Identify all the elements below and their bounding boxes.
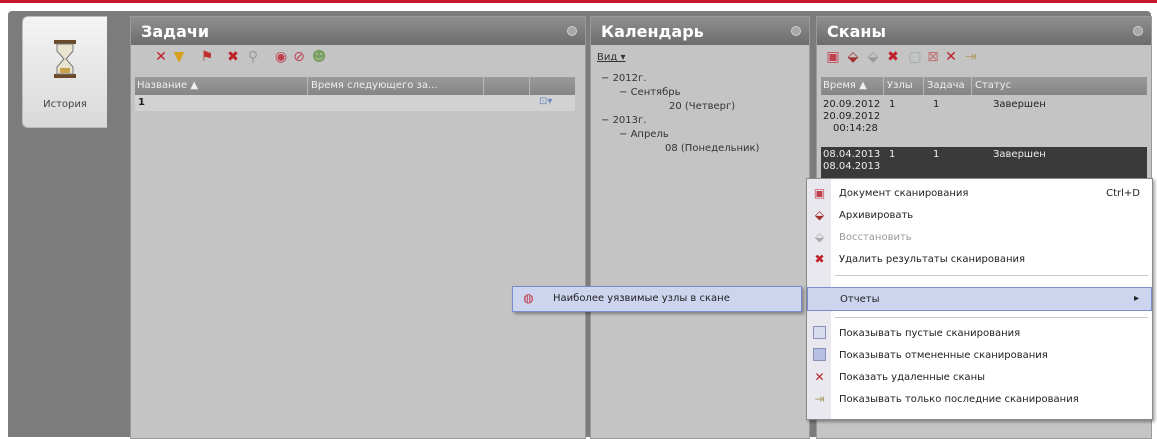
show-cancelled-icon[interactable]: ⊠ <box>925 49 941 65</box>
table-row[interactable]: 20.09.2012 20.09.2012 00:14:28 1 1 Завер… <box>821 97 1147 139</box>
tree-day-08[interactable]: 08 (Понедельник) <box>665 143 759 154</box>
scan-time: 00:14:28 <box>833 123 878 134</box>
check-icon[interactable]: ◉ <box>273 49 289 65</box>
calendar-panel: Календарь Вид ▾ − 2012г. − Сентябрь 20 (… <box>590 16 810 439</box>
calendar-title: Календарь <box>601 22 704 41</box>
scan-nodes: 1 <box>889 99 896 110</box>
menu-item-show-latest[interactable]: ⇥ Показывать только последние сканирован… <box>807 389 1152 411</box>
person-icon[interactable]: ☻ <box>311 49 327 65</box>
scans-header: Сканы <box>817 17 1151 45</box>
tasks-pin-icon[interactable] <box>567 26 577 36</box>
search-icon[interactable]: ⚲ <box>245 49 261 65</box>
column-separator <box>923 77 924 95</box>
view-dropdown[interactable]: Вид ▾ <box>597 52 625 63</box>
delete-icon: ✖ <box>814 252 825 266</box>
menu-item-show-cancelled[interactable]: Показывать отмененные сканирования <box>807 345 1152 367</box>
menu-item-show-empty[interactable]: Показывать пустые сканирования <box>807 323 1152 345</box>
tree-month-april[interactable]: − Апрель <box>619 129 669 140</box>
scan-task: 1 <box>933 149 940 160</box>
history-tab[interactable]: История <box>22 16 107 128</box>
show-latest-icon[interactable]: ⇥ <box>963 49 979 65</box>
scan-time: 08.04.2013 <box>823 161 881 172</box>
scan-time: 08.04.2013 <box>823 149 881 160</box>
cancel-icon[interactable]: ⊘ <box>291 49 307 65</box>
archive-icon: ⬙ <box>814 208 825 222</box>
show-empty-icon[interactable]: ▢ <box>907 49 923 65</box>
hourglass-icon <box>54 40 76 78</box>
calendar-header: Календарь <box>591 17 809 45</box>
flag-icon[interactable]: ⚑ <box>199 49 215 65</box>
tasks-panel: Задачи ✕ ▼ ⚑ ✖ ⚲ ◉ ⊘ ☻ Название ▲ Время … <box>130 16 586 439</box>
checkbox-checked-icon <box>812 348 827 363</box>
tasks-grid-header: Название ▲ Время следующего за... <box>135 77 575 95</box>
scans-title: Сканы <box>827 22 886 41</box>
menu-item-archive[interactable]: ⬙ Архивировать <box>807 205 1152 227</box>
tasks-toolbar: ✕ ▼ ⚑ ✖ ⚲ ◉ ⊘ ☻ <box>131 45 585 69</box>
tree-month-september[interactable]: − Сентябрь <box>619 87 680 98</box>
history-label: История <box>43 99 87 110</box>
scan-time: 20.09.2012 <box>823 111 881 122</box>
filter-icon[interactable]: ▼ <box>171 49 187 65</box>
checkbox-icon <box>812 326 827 341</box>
delete-icon[interactable]: ✕ <box>153 49 169 65</box>
tree-year-2013[interactable]: − 2013г. <box>601 115 646 126</box>
tasks-header: Задачи <box>131 17 585 45</box>
scans-col-nodes[interactable]: Узлы <box>887 80 913 91</box>
menu-item-restore[interactable]: ⬙ Восстановить <box>807 227 1152 249</box>
submenu-arrow-icon: ▸ <box>1133 293 1139 304</box>
menu-item-reports[interactable]: Отчеты ▸ <box>807 287 1152 311</box>
scan-time: 20.09.2012 <box>823 99 881 110</box>
menu-item-delete-results[interactable]: ✖ Удалить результаты сканирования <box>807 249 1152 271</box>
scans-context-menu: ▣ Документ сканирования Ctrl+D ⬙ Архивир… <box>806 178 1153 420</box>
tasks-title: Задачи <box>141 22 210 41</box>
delete-icon[interactable]: ✖ <box>225 49 241 65</box>
task-name-cell: 1 <box>138 97 145 108</box>
latest-scans-icon: ⇥ <box>814 392 825 406</box>
scan-task: 1 <box>933 99 940 110</box>
tasks-col-name[interactable]: Название ▲ <box>137 80 198 91</box>
scans-toolbar: ▣ ⬙ ⬙ ✖ ▢ ⊠ ✕ ⇥ <box>817 45 1151 69</box>
scan-nodes: 1 <box>889 149 896 160</box>
close-icon: ✕ <box>814 370 825 384</box>
top-accent-line <box>0 0 1157 3</box>
column-separator <box>483 77 484 95</box>
menu-separator <box>835 317 1148 318</box>
scans-pin-icon[interactable] <box>1133 26 1143 36</box>
close-icon[interactable]: ✕ <box>943 49 959 65</box>
tree-year-2012[interactable]: − 2012г. <box>601 73 646 84</box>
menu-item-vulnerable-nodes[interactable]: ◍ Наиболее уязвимые узлы в скане <box>513 287 801 311</box>
scans-col-status[interactable]: Статус <box>975 80 1011 91</box>
column-separator <box>883 77 884 95</box>
column-separator <box>971 77 972 95</box>
menu-separator <box>835 275 1148 276</box>
tree-day-20[interactable]: 20 (Четверг) <box>669 101 735 112</box>
tasks-col-next-time[interactable]: Время следующего за... <box>311 80 438 91</box>
calendar-pin-icon[interactable] <box>791 26 801 36</box>
table-row[interactable]: 1 ⊡▾ <box>135 95 575 111</box>
scan-document-icon[interactable]: ▣ <box>825 49 841 65</box>
row-action-icon[interactable]: ⊡▾ <box>539 96 552 107</box>
scan-document-icon: ▣ <box>813 186 826 200</box>
scans-grid-header: Время ▲ Узлы Задача Статус <box>821 77 1147 95</box>
scans-col-time[interactable]: Время ▲ <box>823 80 867 91</box>
column-separator <box>307 77 308 95</box>
menu-item-show-deleted[interactable]: ✕ Показать удаленные сканы <box>807 367 1152 389</box>
column-separator <box>529 77 530 95</box>
table-row-selected[interactable]: 08.04.2013 08.04.2013 1 1 Завершен <box>821 147 1147 181</box>
reports-submenu: ◍ Наиболее уязвимые узлы в скане <box>512 286 802 312</box>
menu-item-scan-document[interactable]: ▣ Документ сканирования Ctrl+D <box>807 183 1152 205</box>
report-icon: ◍ <box>523 291 534 305</box>
restore-icon[interactable]: ⬙ <box>865 49 881 65</box>
restore-icon: ⬙ <box>814 230 825 244</box>
scans-col-task[interactable]: Задача <box>927 80 965 91</box>
scan-status: Завершен <box>993 99 1046 110</box>
scan-status: Завершен <box>993 149 1046 160</box>
archive-icon[interactable]: ⬙ <box>845 49 861 65</box>
delete-icon[interactable]: ✖ <box>885 49 901 65</box>
